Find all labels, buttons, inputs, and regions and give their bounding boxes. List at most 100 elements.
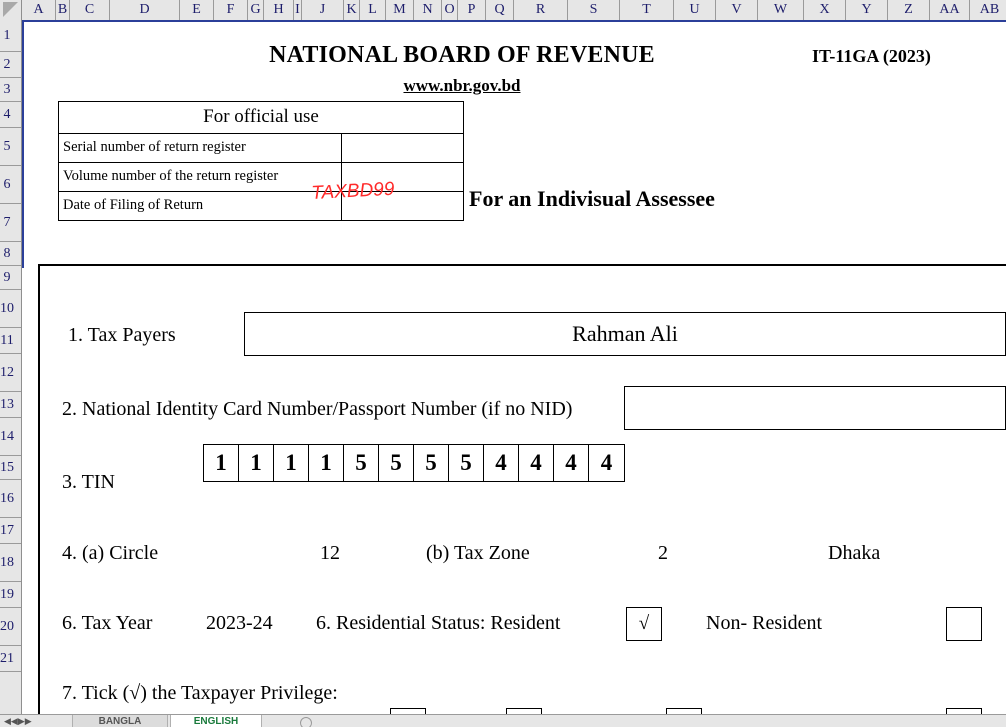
- row-header-8[interactable]: 8: [0, 242, 21, 266]
- column-header-ab[interactable]: AB: [970, 0, 1006, 20]
- column-header-aa[interactable]: AA: [930, 0, 970, 20]
- tin-label: 3. TIN: [62, 471, 115, 493]
- row-header-14[interactable]: 14: [0, 418, 21, 456]
- sheet-canvas[interactable]: NATIONAL BOARD OF REVENUE IT-11GA (2023)…: [22, 20, 1006, 727]
- volume-number-value[interactable]: [342, 163, 463, 192]
- tin-digit-cell[interactable]: 4: [589, 445, 624, 481]
- column-header-z[interactable]: Z: [888, 0, 930, 20]
- row-header-4[interactable]: 4: [0, 102, 21, 128]
- column-header-k[interactable]: K: [344, 0, 360, 20]
- column-header-l[interactable]: L: [360, 0, 386, 20]
- column-header-b[interactable]: B: [56, 0, 70, 20]
- nid-input[interactable]: [624, 386, 1006, 430]
- add-sheet-icon[interactable]: [300, 717, 312, 727]
- column-header-p[interactable]: P: [458, 0, 486, 20]
- row-header-15[interactable]: 15: [0, 456, 21, 480]
- tax-zone-name[interactable]: Dhaka: [828, 542, 880, 565]
- nonresident-label: Non- Resident: [706, 612, 823, 634]
- select-all-triangle-icon: [3, 2, 18, 17]
- row-header-21[interactable]: 21: [0, 646, 21, 672]
- circle-value[interactable]: 12: [320, 542, 340, 565]
- column-header-j[interactable]: J: [302, 0, 344, 20]
- row-header-7[interactable]: 7: [0, 204, 21, 242]
- spreadsheet-application: ABCDEFGHIJKLMNOPQRSTUVWXYZAAABACADAEAF 1…: [0, 0, 1006, 727]
- column-header-g[interactable]: G: [248, 0, 264, 20]
- column-header-h[interactable]: H: [264, 0, 294, 20]
- tax-zone-value[interactable]: 2: [658, 542, 668, 565]
- row-header-9[interactable]: 9: [0, 266, 21, 290]
- table-row: Serial number of return register: [59, 134, 463, 163]
- sheet-tab-english[interactable]: ENGLISH: [170, 715, 262, 727]
- column-header-n[interactable]: N: [414, 0, 442, 20]
- tin-digit-cell[interactable]: 4: [484, 445, 519, 481]
- column-header-f[interactable]: F: [214, 0, 248, 20]
- row-header-bar: 1 2 3 4 5 6 7 8 9 10 11 12 13 14 15 16 17 18 19 20 21: [0, 20, 22, 727]
- table-row: Volume number of the return register: [59, 163, 463, 192]
- tax-year-value[interactable]: 2023-24: [206, 612, 273, 635]
- nonresident-checkbox[interactable]: [946, 607, 982, 641]
- column-header-u[interactable]: U: [674, 0, 716, 20]
- sheet-tab-bangla[interactable]: BANGLA: [72, 715, 168, 727]
- official-use-caption: For official use: [59, 102, 463, 134]
- tin-digit-cell[interactable]: 1: [204, 445, 239, 481]
- tin-digit-cell[interactable]: 5: [414, 445, 449, 481]
- serial-number-label: Serial number of return register: [59, 134, 342, 163]
- row-header-17[interactable]: 17: [0, 518, 21, 544]
- column-header-m[interactable]: M: [386, 0, 414, 20]
- column-header-y[interactable]: Y: [846, 0, 888, 20]
- row-header-12[interactable]: 12: [0, 354, 21, 392]
- column-header-e[interactable]: E: [180, 0, 214, 20]
- tax-zone-label: (b) Tax Zone: [426, 542, 530, 564]
- row-header-18[interactable]: 18: [0, 544, 21, 582]
- column-header-t[interactable]: T: [620, 0, 674, 20]
- tin-digit-cell[interactable]: 1: [274, 445, 309, 481]
- tin-digit-cell[interactable]: 5: [449, 445, 484, 481]
- column-header-r[interactable]: R: [514, 0, 568, 20]
- column-header-d[interactable]: D: [110, 0, 180, 20]
- residential-status-label: 6. Residential Status: Resident: [316, 612, 561, 634]
- column-header-x[interactable]: X: [804, 0, 846, 20]
- nid-value: [625, 387, 1005, 429]
- row-header-10[interactable]: 10: [0, 290, 21, 328]
- column-header-q[interactable]: Q: [486, 0, 514, 20]
- column-header-w[interactable]: W: [758, 0, 804, 20]
- column-header-o[interactable]: O: [442, 0, 458, 20]
- column-header-s[interactable]: S: [568, 0, 620, 20]
- row-header-20[interactable]: 20: [0, 608, 21, 646]
- row-header-19[interactable]: 19: [0, 582, 21, 608]
- tin-digit-cell[interactable]: 1: [309, 445, 344, 481]
- resident-checkbox[interactable]: √: [626, 607, 662, 641]
- row-header-6[interactable]: 6: [0, 166, 21, 204]
- table-row: Date of Filing of Return: [59, 192, 463, 220]
- form-subtitle: For an Indivisual Assessee: [469, 186, 715, 211]
- row-header-3[interactable]: 3: [0, 78, 21, 102]
- tin-digit-cell[interactable]: 1: [239, 445, 274, 481]
- tin-digit-cell[interactable]: 4: [554, 445, 589, 481]
- serial-number-value[interactable]: [342, 134, 463, 163]
- column-header-bar: ABCDEFGHIJKLMNOPQRSTUVWXYZAAABACADAEAF: [0, 0, 1006, 20]
- selection-left-border: [22, 20, 24, 268]
- column-header-a[interactable]: A: [22, 0, 56, 20]
- taxpayer-name-input[interactable]: Rahman Ali: [244, 312, 1006, 356]
- column-header-c[interactable]: C: [70, 0, 110, 20]
- row-header-2[interactable]: 2: [0, 52, 21, 78]
- tin-digit-cell[interactable]: 4: [519, 445, 554, 481]
- website-link[interactable]: www.nbr.gov.bd: [182, 76, 742, 96]
- date-of-filing-value[interactable]: [342, 192, 463, 220]
- row-header-13[interactable]: 13: [0, 392, 21, 418]
- select-all-corner[interactable]: [0, 0, 22, 20]
- row-header-5[interactable]: 5: [0, 128, 21, 166]
- row-header-16[interactable]: 16: [0, 480, 21, 518]
- column-header-i[interactable]: I: [294, 0, 302, 20]
- circle-label: 4. (a) Circle: [62, 542, 159, 564]
- selection-top-border: [22, 20, 1006, 22]
- row-header-11[interactable]: 11: [0, 328, 21, 354]
- nid-label: 2. National Identity Card Number/Passpor…: [62, 398, 573, 420]
- sheet-nav-arrows-icon[interactable]: ◀◀▶▶: [4, 716, 32, 727]
- tin-digit-cell[interactable]: 5: [379, 445, 414, 481]
- tin-digit-cell[interactable]: 5: [344, 445, 379, 481]
- column-header-v[interactable]: V: [716, 0, 758, 20]
- official-use-table: For official use Serial number of return…: [58, 101, 464, 221]
- tin-digit-grid[interactable]: 111155554444: [203, 444, 625, 482]
- row-header-1[interactable]: 1: [0, 20, 21, 52]
